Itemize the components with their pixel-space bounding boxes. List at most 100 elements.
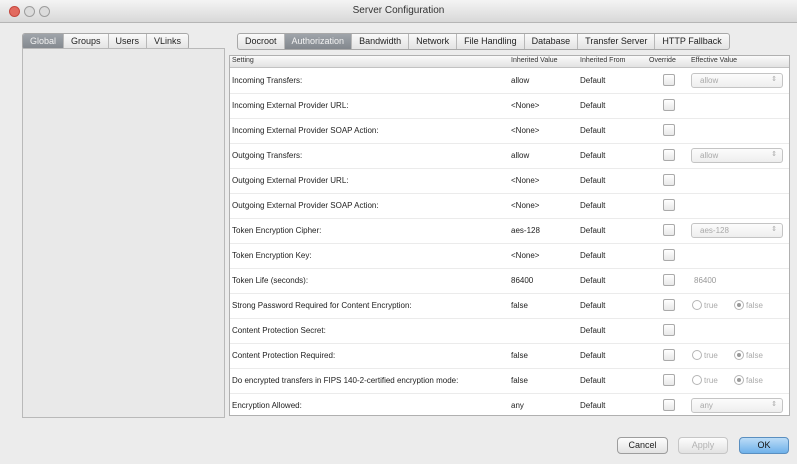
override-checkbox[interactable]	[663, 199, 675, 211]
setting-name: Incoming Transfers:	[232, 76, 303, 85]
header-setting[interactable]: Setting	[232, 57, 254, 64]
tab-global[interactable]: Global	[23, 34, 65, 49]
table-row[interactable]: Outgoing Transfers: allow Default allow ⇕	[230, 143, 789, 169]
inherited-value: false	[511, 301, 528, 310]
table-row[interactable]: Incoming External Provider URL: <None> D…	[230, 93, 789, 119]
tab-groups[interactable]: Groups	[64, 34, 109, 49]
inherited-value: allow	[511, 151, 530, 160]
radio-true[interactable]	[692, 300, 702, 310]
setting-name: Outgoing External Provider SOAP Action:	[232, 201, 379, 210]
inherited-from: Default	[580, 301, 606, 310]
scope-list-panel[interactable]	[22, 48, 225, 418]
effective-value-select[interactable]: allow ⇕	[691, 73, 783, 88]
radio-true[interactable]	[692, 350, 702, 360]
tab-vlinks[interactable]: VLinks	[147, 34, 188, 49]
radio-true-label: true	[704, 301, 718, 310]
tab-bandwidth[interactable]: Bandwidth	[352, 34, 410, 49]
tab-authorization[interactable]: Authorization	[284, 34, 353, 49]
radio-false[interactable]	[734, 300, 744, 310]
override-checkbox[interactable]	[663, 249, 675, 261]
override-checkbox[interactable]	[663, 374, 675, 386]
radio-true-label: true	[704, 376, 718, 385]
inherited-from: Default	[580, 401, 606, 410]
setting-name: Strong Password Required for Content Enc…	[232, 301, 412, 310]
radio-false[interactable]	[734, 375, 744, 385]
tab-database[interactable]: Database	[525, 34, 579, 49]
setting-name: Content Protection Secret:	[232, 326, 326, 335]
inherited-value: <None>	[511, 101, 540, 110]
radio-true[interactable]	[692, 375, 702, 385]
radio-false-label: false	[746, 376, 763, 385]
effective-value: allow	[700, 76, 719, 85]
ok-button[interactable]: OK	[739, 437, 789, 454]
radio-false[interactable]	[734, 350, 744, 360]
header-effective-value[interactable]: Effective Value	[691, 57, 737, 64]
setting-name: Token Life (seconds):	[232, 276, 309, 285]
table-row[interactable]: Token Encryption Cipher: aes-128 Default…	[230, 218, 789, 244]
table-row[interactable]: Token Encryption Key: <None> Default	[230, 243, 789, 269]
inherited-from: Default	[580, 76, 606, 85]
title-bar: Server Configuration	[0, 0, 797, 23]
tab-http-fallback[interactable]: HTTP Fallback	[655, 34, 728, 49]
tab-transfer-server[interactable]: Transfer Server	[578, 34, 656, 49]
dropdown-arrow-icon: ⇕	[771, 401, 777, 408]
inherited-from: Default	[580, 376, 606, 385]
inherited-value: any	[511, 401, 524, 410]
header-inherited-from[interactable]: Inherited From	[580, 57, 626, 64]
table-row[interactable]: Incoming External Provider SOAP Action: …	[230, 118, 789, 144]
cancel-button[interactable]: Cancel	[617, 437, 668, 454]
effective-value-select[interactable]: allow ⇕	[691, 148, 783, 163]
dropdown-arrow-icon: ⇕	[771, 151, 777, 158]
override-checkbox[interactable]	[663, 324, 675, 336]
inherited-from: Default	[580, 276, 606, 285]
setting-name: Content Protection Required:	[232, 351, 336, 360]
header-inherited-value[interactable]: Inherited Value	[511, 57, 558, 64]
tab-users[interactable]: Users	[109, 34, 148, 49]
inherited-from: Default	[580, 126, 606, 135]
effective-value: any	[700, 401, 713, 410]
override-checkbox[interactable]	[663, 99, 675, 111]
override-checkbox[interactable]	[663, 299, 675, 311]
setting-name: Token Encryption Cipher:	[232, 226, 322, 235]
table-row[interactable]: Token Life (seconds): 86400 Default 8640…	[230, 268, 789, 294]
effective-value-select[interactable]: aes-128 ⇕	[691, 223, 783, 238]
radio-false-label: false	[746, 351, 763, 360]
settings-table: Setting Inherited Value Inherited From O…	[229, 55, 790, 416]
effective-value-select[interactable]: any ⇕	[691, 398, 783, 413]
setting-name: Token Encryption Key:	[232, 251, 312, 260]
dropdown-arrow-icon: ⇕	[771, 76, 777, 83]
table-row[interactable]: Do encrypted transfers in FIPS 140-2-cer…	[230, 368, 789, 394]
inherited-from: Default	[580, 251, 606, 260]
table-row[interactable]: Encryption Allowed: any Default any ⇕	[230, 393, 789, 415]
override-checkbox[interactable]	[663, 274, 675, 286]
override-checkbox[interactable]	[663, 174, 675, 186]
table-row[interactable]: Outgoing External Provider SOAP Action: …	[230, 193, 789, 219]
inherited-value: <None>	[511, 176, 540, 185]
table-row[interactable]: Incoming Transfers: allow Default allow ⇕	[230, 68, 789, 94]
override-checkbox[interactable]	[663, 349, 675, 361]
inherited-value: false	[511, 376, 528, 385]
override-checkbox[interactable]	[663, 224, 675, 236]
effective-value[interactable]: 86400	[694, 276, 716, 285]
radio-false-label: false	[746, 301, 763, 310]
override-checkbox[interactable]	[663, 149, 675, 161]
inherited-from: Default	[580, 151, 606, 160]
tab-docroot[interactable]: Docroot	[238, 34, 285, 49]
table-header: Setting Inherited Value Inherited From O…	[230, 56, 789, 68]
table-row[interactable]: Content Protection Secret: Default	[230, 318, 789, 344]
apply-button[interactable]: Apply	[678, 437, 728, 454]
tab-network[interactable]: Network	[409, 34, 458, 49]
table-row[interactable]: Outgoing External Provider URL: <None> D…	[230, 168, 789, 194]
override-checkbox[interactable]	[663, 74, 675, 86]
setting-name: Incoming External Provider URL:	[232, 101, 349, 110]
inherited-value: false	[511, 351, 528, 360]
table-row[interactable]: Content Protection Required: false Defau…	[230, 343, 789, 369]
inherited-from: Default	[580, 101, 606, 110]
inherited-value: allow	[511, 76, 530, 85]
header-override[interactable]: Override	[649, 57, 676, 64]
override-checkbox[interactable]	[663, 399, 675, 411]
override-checkbox[interactable]	[663, 124, 675, 136]
effective-value: allow	[700, 151, 719, 160]
tab-file-handling[interactable]: File Handling	[457, 34, 525, 49]
table-row[interactable]: Strong Password Required for Content Enc…	[230, 293, 789, 319]
